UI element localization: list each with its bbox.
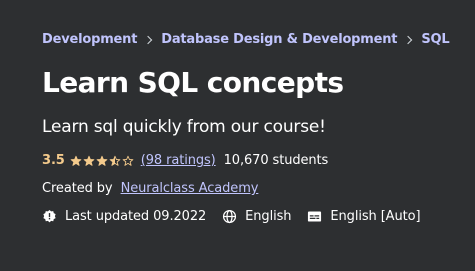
captions-text: English [Auto] bbox=[330, 209, 421, 224]
rating-row: 3.5 (98 ratings) 10,670 students bbox=[42, 153, 328, 168]
rating-value: 3.5 bbox=[42, 153, 65, 168]
course-header: Development Database Design & Developmen… bbox=[42, 0, 475, 271]
chevron-right-icon bbox=[143, 35, 153, 44]
language: English bbox=[222, 209, 292, 224]
breadcrumb-development[interactable]: Development bbox=[42, 32, 137, 47]
chevron-right-icon bbox=[404, 35, 413, 44]
instructor-link[interactable]: Neuralclass Academy bbox=[121, 181, 259, 196]
language-text: English bbox=[245, 209, 292, 224]
star-full-icon bbox=[96, 155, 108, 166]
captions: English [Auto] bbox=[307, 209, 421, 224]
star-full-icon bbox=[83, 155, 95, 166]
last-updated-text: Last updated 09.2022 bbox=[65, 209, 207, 224]
course-subtitle: Learn sql quickly from our course! bbox=[42, 117, 326, 137]
last-updated: Last updated 09.2022 bbox=[42, 209, 206, 224]
course-title: Learn SQL concepts bbox=[42, 66, 344, 99]
star-full-icon bbox=[70, 155, 82, 166]
created-by-label: Created by bbox=[42, 181, 113, 196]
breadcrumb-database-design[interactable]: Database Design & Development bbox=[161, 32, 397, 47]
alert-badge-icon bbox=[43, 209, 56, 223]
star-empty-icon bbox=[122, 155, 134, 166]
globe-icon bbox=[223, 209, 237, 224]
ratings-count-link[interactable]: (98 ratings) bbox=[141, 153, 216, 168]
star-half-icon bbox=[109, 155, 121, 166]
breadcrumb-sql[interactable]: SQL bbox=[421, 32, 449, 47]
closed-captions-icon bbox=[308, 211, 322, 222]
created-by: Created by Neuralclass Academy bbox=[42, 181, 258, 196]
breadcrumb: Development Database Design & Developmen… bbox=[42, 32, 450, 47]
star-rating bbox=[70, 155, 135, 167]
course-meta: Last updated 09.2022 English English [Au… bbox=[42, 209, 436, 224]
students-count: 10,670 students bbox=[223, 153, 329, 168]
